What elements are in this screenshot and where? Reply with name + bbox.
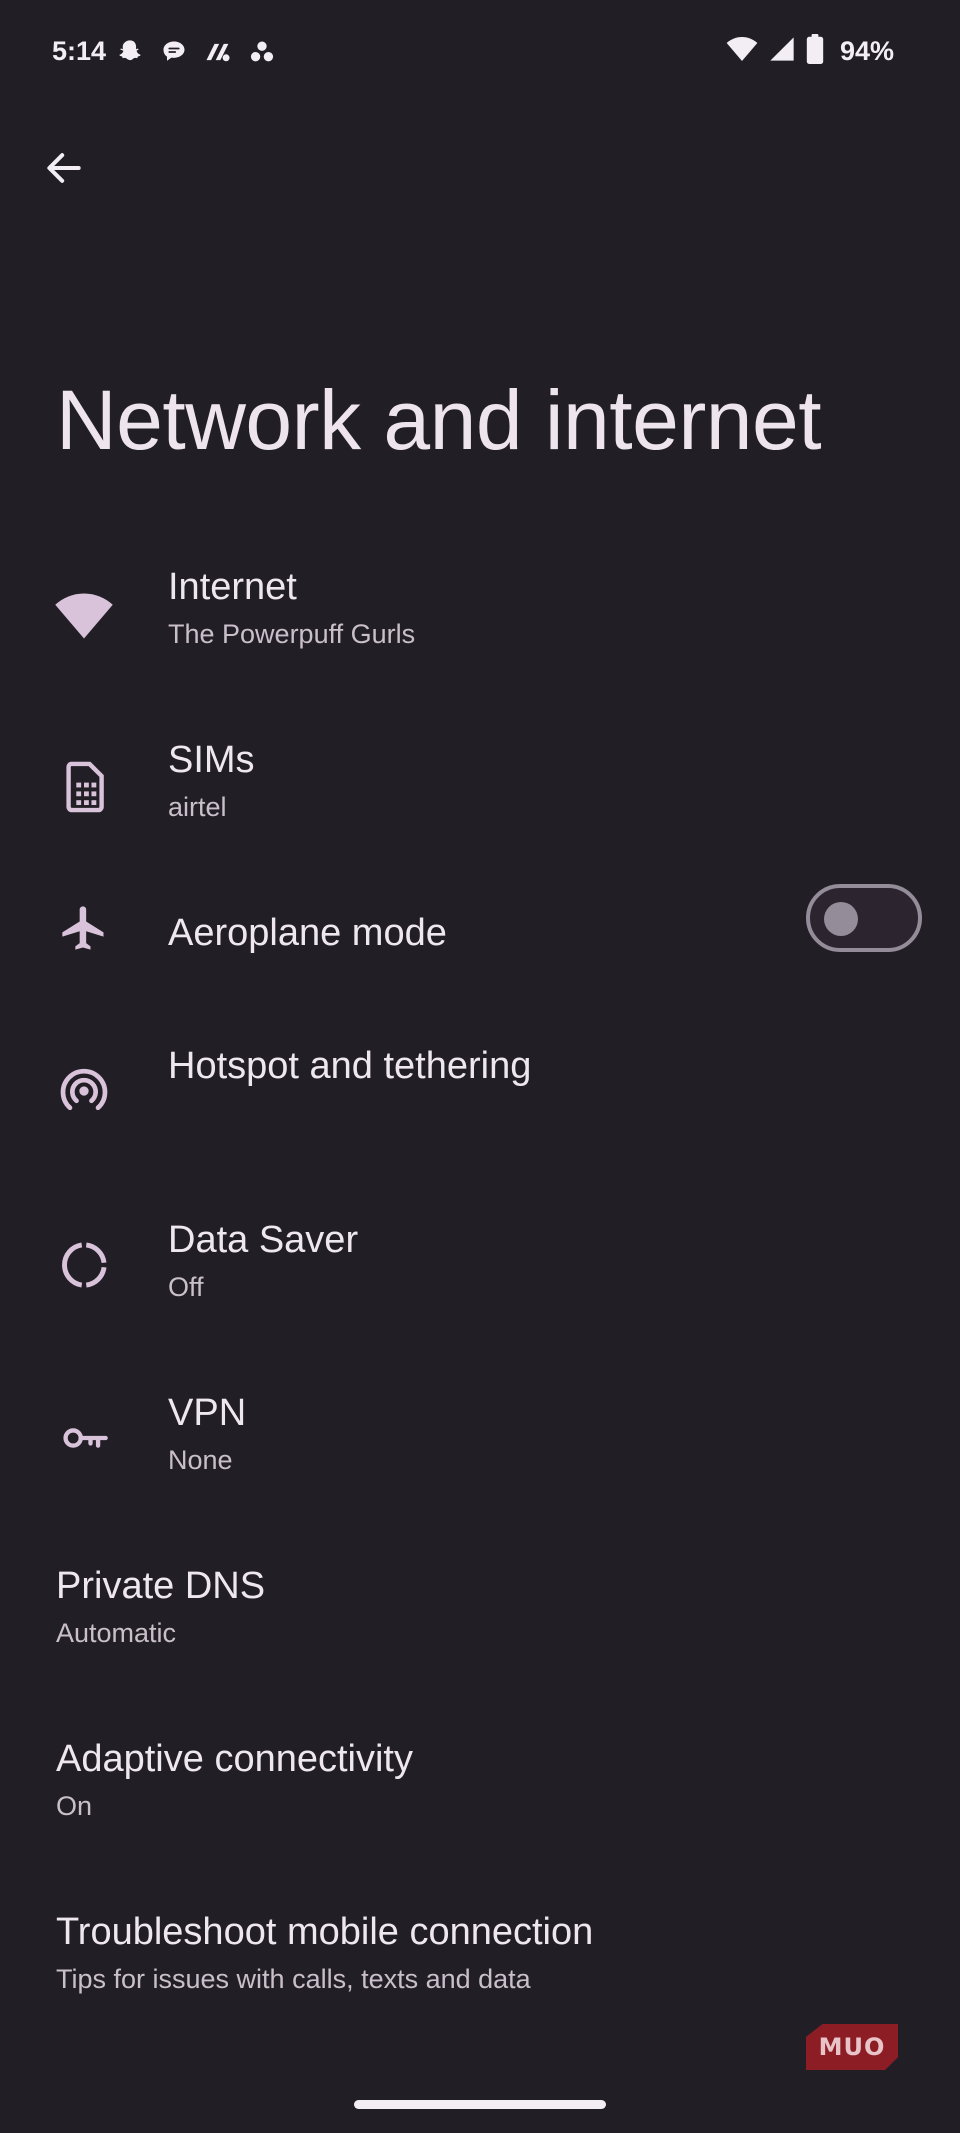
private-dns-text: Private DNS Automatic	[56, 1565, 265, 1649]
adaptive-connectivity-text: Adaptive connectivity On	[56, 1738, 413, 1822]
data-saver-item[interactable]: Data Saver Off	[0, 1219, 960, 1369]
gesture-nav-handle[interactable]	[354, 2100, 606, 2109]
back-arrow-icon	[47, 153, 81, 183]
data-saver-icon	[54, 1235, 114, 1295]
troubleshoot-summary: Tips for issues with calls, texts and da…	[56, 1964, 531, 1994]
internet-summary: The Powerpuff Gurls	[168, 619, 416, 649]
data-saver-title: Data Saver	[168, 1219, 359, 1261]
troubleshoot-title: Troubleshoot mobile connection	[56, 1911, 594, 1953]
adaptive-connectivity-item[interactable]: Adaptive connectivity On	[0, 1738, 960, 1888]
hotspot-title: Hotspot and tethering	[168, 1045, 532, 1087]
dots-cluster-icon	[246, 36, 278, 68]
hotspot-text: Hotspot and tethering	[168, 1045, 531, 1088]
private-dns-item[interactable]: Private DNS Automatic	[0, 1565, 960, 1715]
vpn-item[interactable]: VPN None	[0, 1392, 960, 1542]
snapchat-icon	[114, 36, 146, 68]
aeroplane-mode-text: Aeroplane mode	[168, 912, 447, 955]
adaptive-connectivity-summary: On	[56, 1791, 93, 1821]
cellular-signal-icon	[768, 35, 796, 68]
sims-title: SIMs	[168, 739, 255, 781]
private-dns-title: Private DNS	[56, 1565, 266, 1607]
troubleshoot-text: Troubleshoot mobile connection Tips for …	[56, 1911, 593, 1995]
internet-title: Internet	[168, 566, 297, 608]
back-button[interactable]	[36, 140, 92, 196]
data-saver-summary: Off	[168, 1272, 204, 1302]
teams-icon	[202, 36, 234, 68]
vpn-summary: None	[168, 1445, 233, 1475]
system-status: 94%	[726, 34, 894, 69]
page-title: Network and internet	[56, 373, 822, 467]
watermark-text: MUO	[818, 2033, 886, 2061]
aeroplane-mode-item[interactable]: Aeroplane mode	[0, 884, 960, 1062]
status-bar: 5:14 94%	[0, 0, 960, 110]
vpn-title: VPN	[168, 1392, 247, 1434]
wifi-icon	[726, 35, 758, 68]
notification-icons	[114, 36, 278, 68]
sims-item[interactable]: SIMs airtel	[0, 739, 960, 889]
sims-summary: airtel	[168, 792, 227, 822]
muo-watermark-logo: MUO	[806, 2024, 898, 2070]
data-saver-text: Data Saver Off	[168, 1219, 358, 1303]
adaptive-connectivity-title: Adaptive connectivity	[56, 1738, 413, 1780]
internet-text: Internet The Powerpuff Gurls	[168, 566, 415, 650]
sims-text: SIMs airtel	[168, 739, 255, 823]
aeroplane-mode-title: Aeroplane mode	[168, 912, 447, 954]
vpn-text: VPN None	[168, 1392, 246, 1476]
hotspot-icon	[54, 1061, 114, 1121]
internet-item[interactable]: Internet The Powerpuff Gurls	[0, 566, 960, 716]
vpn-key-icon	[54, 1408, 114, 1468]
chat-bubble-icon	[158, 36, 190, 68]
private-dns-summary: Automatic	[56, 1618, 177, 1648]
battery-percent: 94%	[839, 36, 894, 66]
wifi-icon	[54, 586, 114, 646]
battery-icon	[806, 34, 824, 69]
toggle-knob	[824, 902, 858, 936]
status-time: 5:14	[52, 36, 107, 66]
airplane-icon	[54, 898, 114, 958]
sim-card-icon	[54, 757, 114, 817]
hotspot-item[interactable]: Hotspot and tethering	[0, 1045, 960, 1195]
aeroplane-mode-toggle[interactable]	[806, 884, 922, 952]
